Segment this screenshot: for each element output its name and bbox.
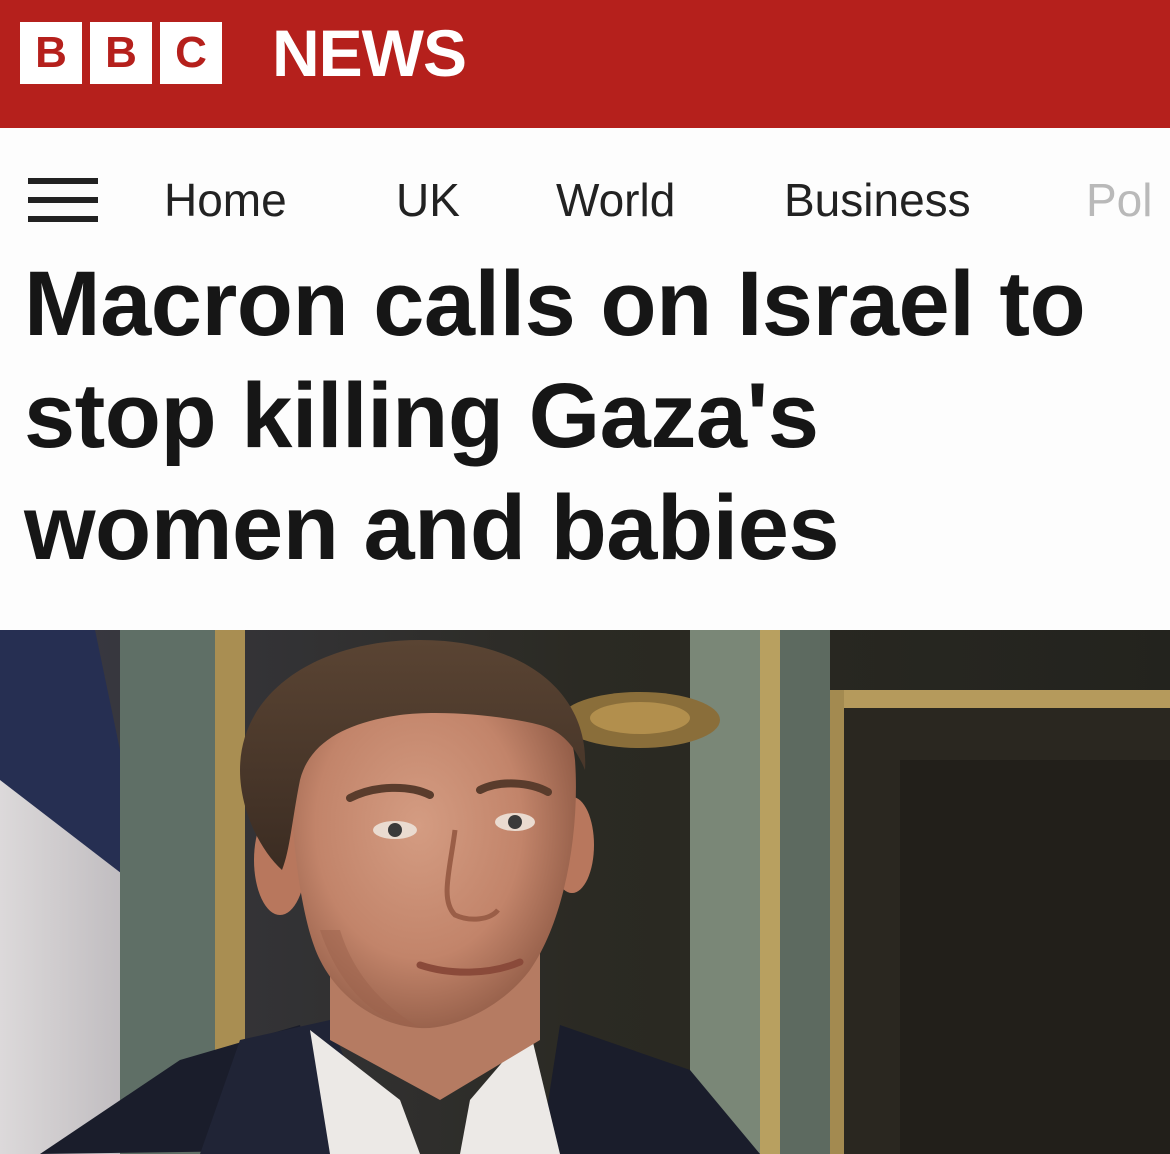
logo-block-b2: B	[90, 22, 152, 84]
logo-block-b1: B	[20, 22, 82, 84]
nav-item-uk[interactable]: UK	[396, 172, 460, 228]
bbc-news-page: B B C NEWS Home UK World Business Pol Ma…	[0, 0, 1170, 1154]
nav-bar: Home UK World Business Pol	[0, 128, 1170, 240]
article-photo	[0, 630, 1170, 1154]
masthead: B B C NEWS	[0, 0, 1170, 128]
bbc-logo[interactable]: B B C	[20, 22, 222, 84]
portrait-image	[0, 630, 1170, 1154]
nav-item-home[interactable]: Home	[164, 172, 287, 228]
article-headline: Macron calls on Israel to stop killing G…	[24, 253, 1086, 579]
hamburger-menu-icon[interactable]	[28, 178, 98, 224]
nav-item-business[interactable]: Business	[784, 172, 971, 228]
headline-section: Macron calls on Israel to stop killing G…	[0, 240, 1170, 630]
nav-item-world[interactable]: World	[556, 172, 675, 228]
news-wordmark[interactable]: NEWS	[272, 14, 467, 92]
nav-item-politics[interactable]: Pol	[1086, 172, 1152, 228]
logo-block-c: C	[160, 22, 222, 84]
